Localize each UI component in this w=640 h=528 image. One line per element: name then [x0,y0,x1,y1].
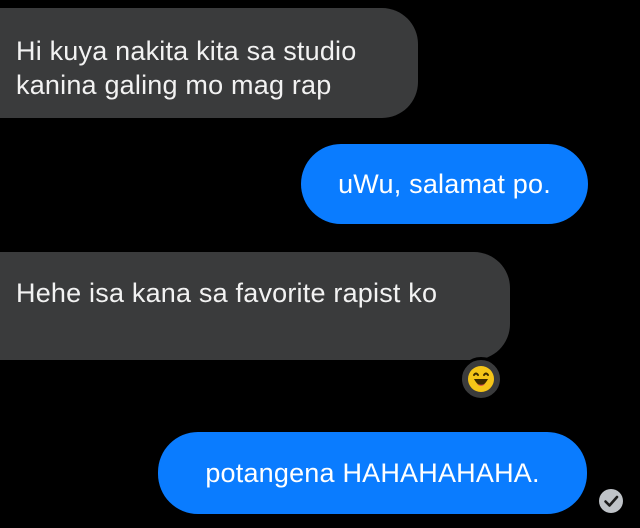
laughing-emoji-icon [468,366,494,392]
message-text: Hi kuya nakita kita sa studio kanina gal… [16,36,357,100]
message-text: uWu, salamat po. [338,169,551,199]
outgoing-message-bubble[interactable]: potangena HAHAHAHAHA. [158,432,587,514]
message-reaction[interactable] [459,357,503,401]
incoming-message-bubble[interactable]: Hi kuya nakita kita sa studio kanina gal… [0,8,418,118]
read-check-icon [599,489,623,513]
incoming-message-bubble[interactable]: Hehe isa kana sa favorite rapist ko [0,252,510,360]
outgoing-message-bubble[interactable]: uWu, salamat po. [301,144,588,224]
message-text: Hehe isa kana sa favorite rapist ko [16,278,438,308]
message-text: potangena HAHAHAHAHA. [205,458,540,488]
